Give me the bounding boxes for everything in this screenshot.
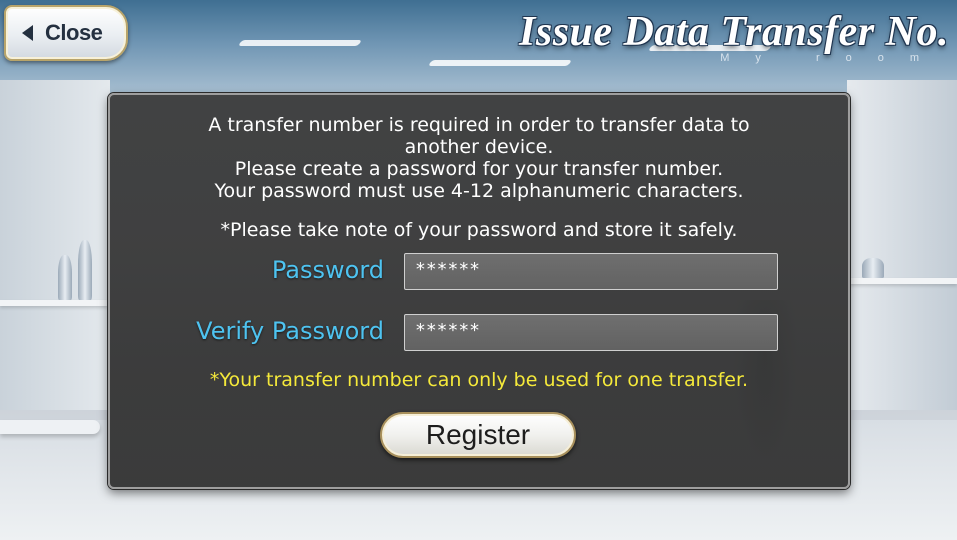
instruction-line: another device. <box>404 136 554 158</box>
instruction-line: Please create a password for your transf… <box>234 158 724 180</box>
transfer-dialog: A transfer number is required in order t… <box>108 93 850 489</box>
instruction-line: Your password must use 4-12 alphanumeric… <box>214 180 744 202</box>
background-vase <box>78 240 92 300</box>
ceiling-light <box>237 40 363 46</box>
background-table <box>0 420 100 434</box>
password-label: Password <box>271 256 384 284</box>
password-input[interactable]: ****** <box>404 253 778 290</box>
ceiling-light <box>427 60 573 66</box>
password-note: *Please take note of your password and s… <box>220 219 738 241</box>
page-title: Issue Data Transfer No. <box>519 9 949 55</box>
background-wall-right <box>847 80 957 410</box>
verify-password-label: Verify Password <box>196 317 384 345</box>
instructions: A transfer number is required in order t… <box>110 114 848 202</box>
verify-password-input[interactable]: ****** <box>404 314 778 351</box>
close-button[interactable]: Close <box>4 5 128 61</box>
background-vase <box>58 255 72 300</box>
close-button-label: Close <box>45 20 103 45</box>
register-button-label: Register <box>425 419 531 450</box>
page-subtitle: My room <box>720 52 945 64</box>
transfer-warning: *Your transfer number can only be used f… <box>209 369 749 391</box>
background-shelf-right <box>849 278 957 284</box>
background-wall-left <box>0 80 110 410</box>
register-button[interactable]: Register <box>380 412 576 458</box>
instruction-line: A transfer number is required in order t… <box>208 114 750 136</box>
background-shelf-left <box>0 300 108 306</box>
back-arrow-icon <box>22 25 33 41</box>
background-plant-pot <box>862 258 884 278</box>
